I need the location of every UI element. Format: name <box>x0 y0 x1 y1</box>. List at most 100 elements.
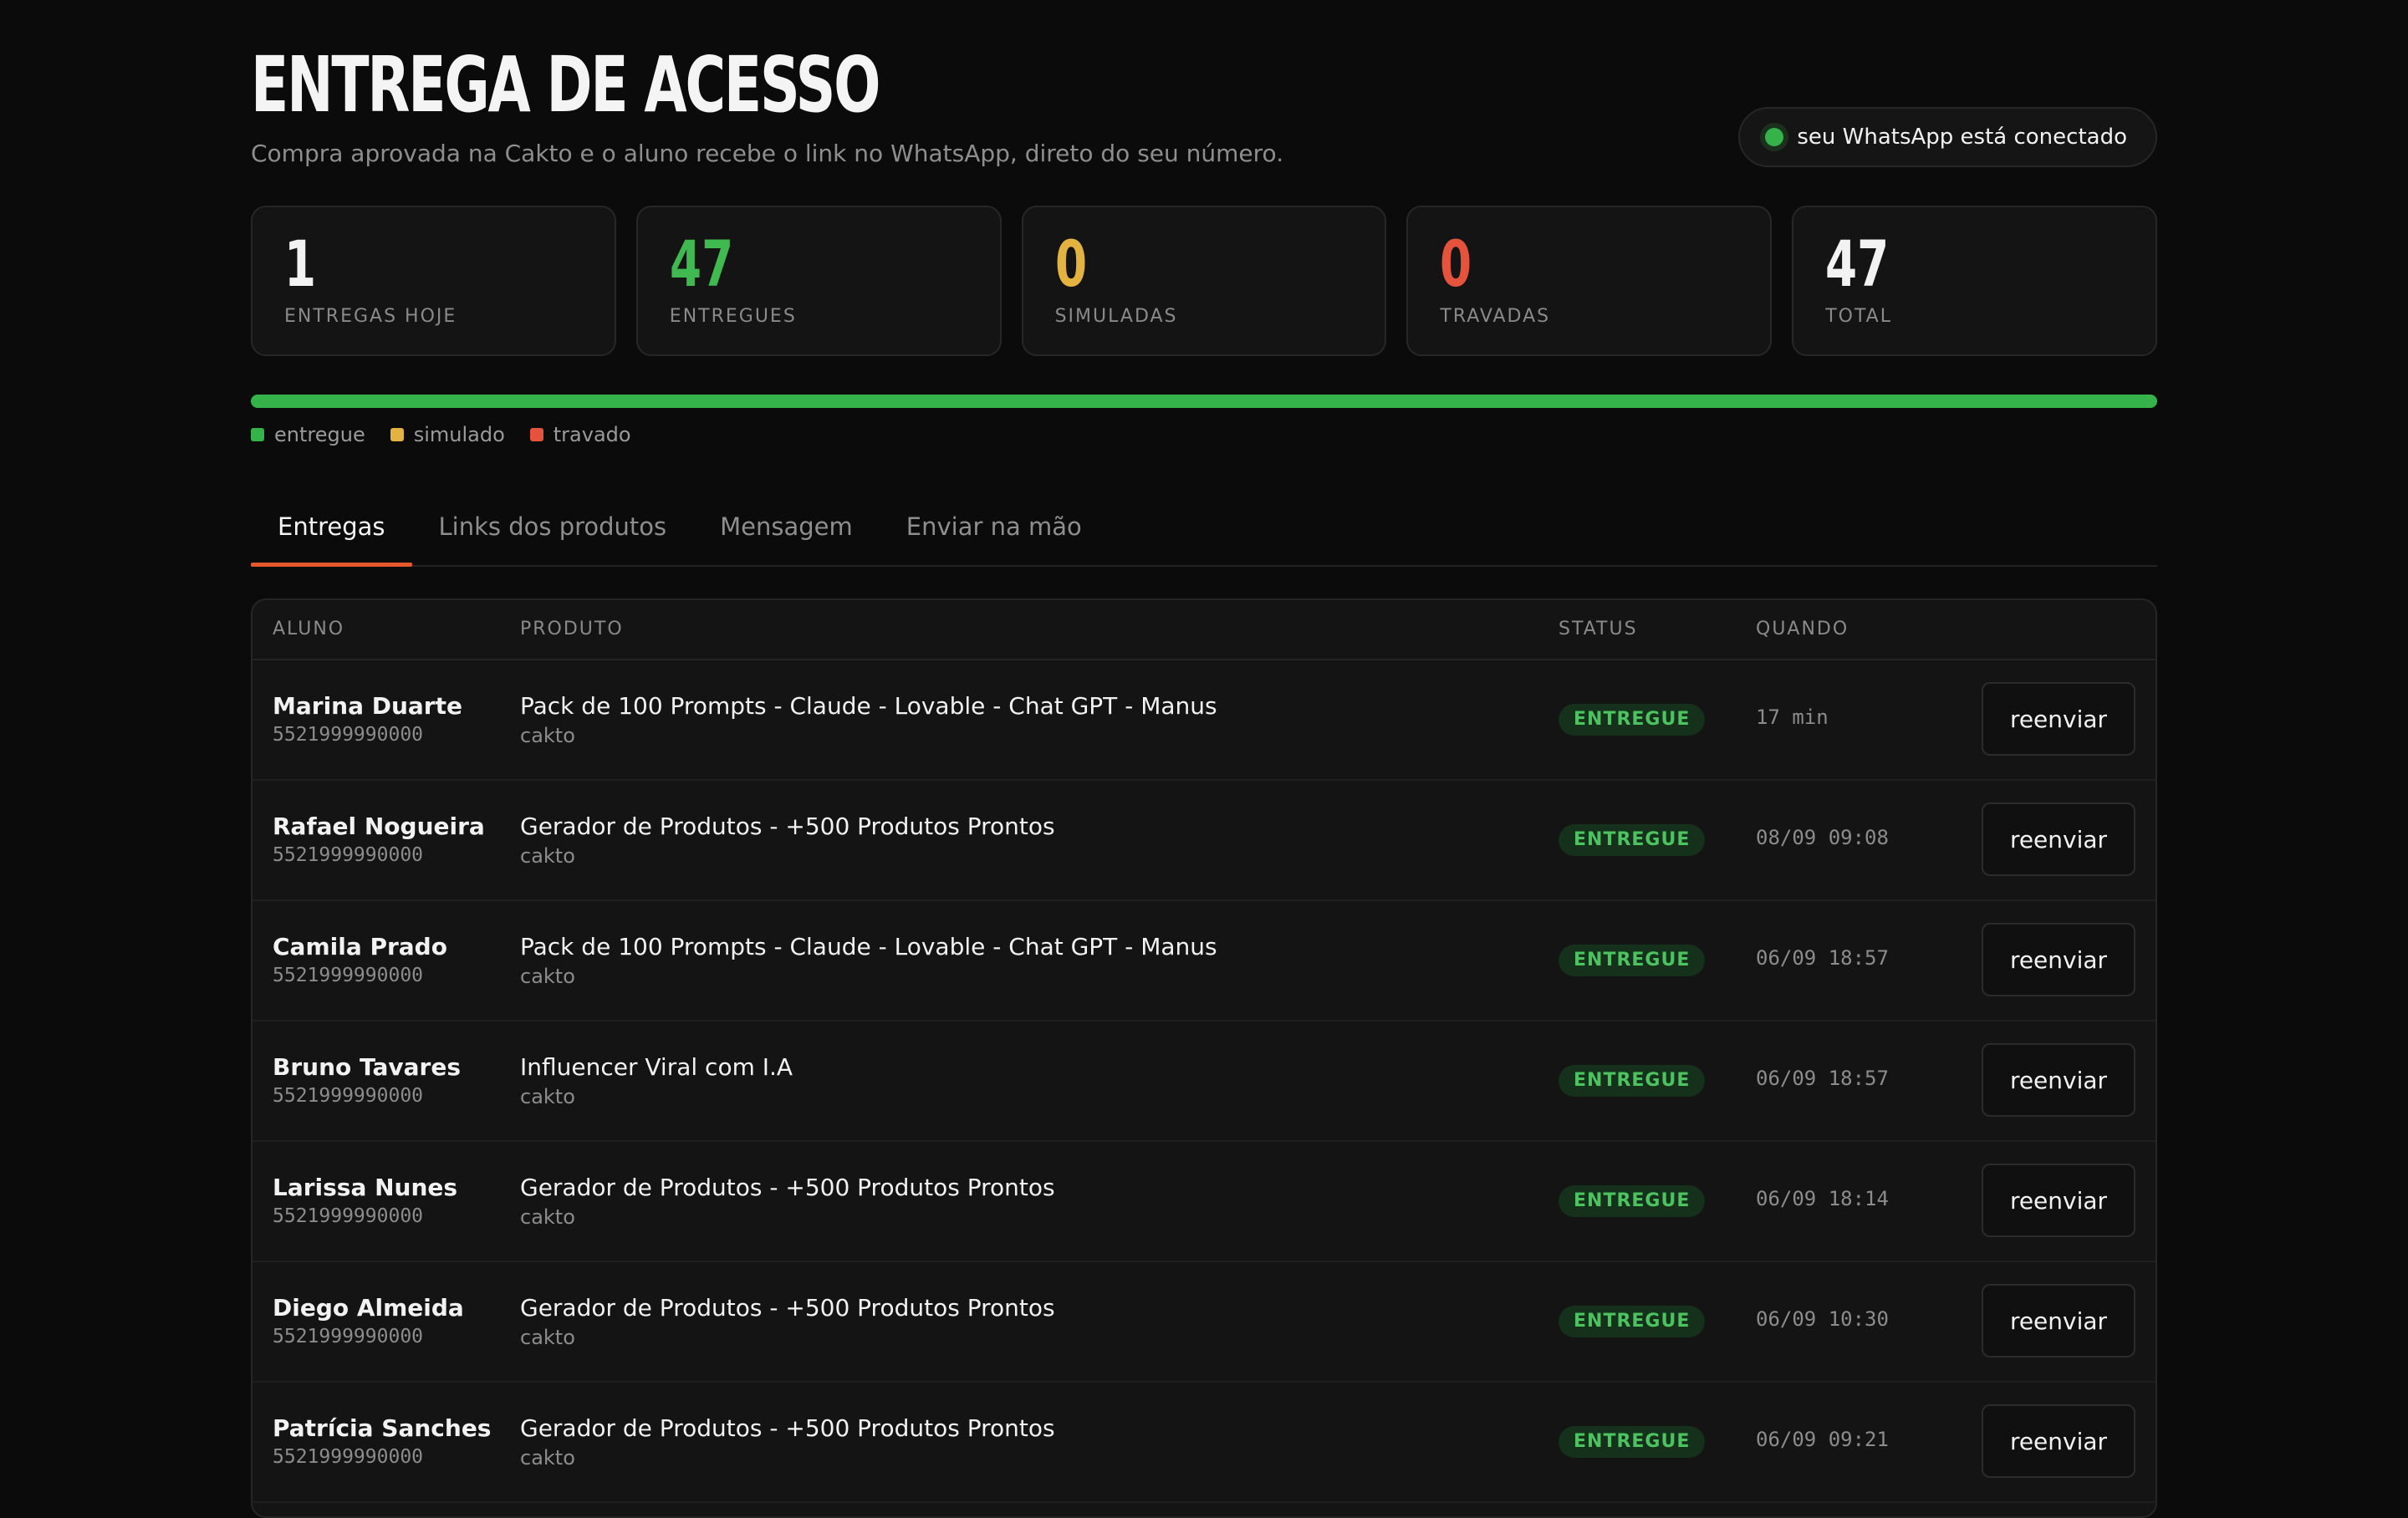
column-header-quando: QUANDO <box>1756 619 1849 639</box>
table-row: Diego Almeida 5521999990000 Gerador de P… <box>253 1262 2155 1383</box>
status-dot-icon <box>1765 128 1784 146</box>
table-row: Marina Duarte 5521999990000 Pack de 100 … <box>253 660 2155 781</box>
legend-swatch-travado <box>529 428 543 441</box>
legend-label: entregue <box>274 423 365 446</box>
student-phone: 5521999990000 <box>273 1326 424 1347</box>
whatsapp-status-pill: seu WhatsApp está conectado <box>1738 107 2157 167</box>
stat-label: TRAVADAS <box>1440 306 1551 327</box>
stat-label: ENTREGUES <box>669 306 797 327</box>
resend-button[interactable]: reenviar <box>1982 923 2135 996</box>
table-row: Rafael Nogueira 5521999990000 Gerador de… <box>253 781 2155 901</box>
stat-label: SIMULADAS <box>1054 306 1178 327</box>
product-name: Pack de 100 Prompts - Claude - Lovable -… <box>520 933 1217 960</box>
product-name: Gerador de Produtos - +500 Produtos Pron… <box>520 812 1055 840</box>
student-name: Larissa Nunes <box>273 1174 458 1201</box>
status-badge: ENTREGUE <box>1559 1185 1706 1217</box>
stats-row: 1 ENTREGAS HOJE 47 ENTREGUES 0 SIMULADAS… <box>251 206 2157 356</box>
stat-value: 47 <box>669 227 733 301</box>
resend-button[interactable]: reenviar <box>1982 682 2135 756</box>
student-name: Diego Almeida <box>273 1294 464 1322</box>
tab-entregas[interactable]: Entregas <box>251 502 412 567</box>
product-source: cakto <box>520 965 575 988</box>
resend-button[interactable]: reenviar <box>1982 802 2135 876</box>
status-badge: ENTREGUE <box>1559 824 1706 856</box>
product-name: Gerador de Produtos - +500 Produtos Pron… <box>520 1174 1055 1201</box>
page-subtitle: Compra aprovada na Cakto e o aluno receb… <box>251 140 1284 167</box>
product-name: Pack de 100 Prompts - Claude - Lovable -… <box>520 692 1217 720</box>
delivery-time: 08/09 09:08 <box>1756 826 1889 849</box>
delivery-time: 06/09 18:57 <box>1756 946 1889 970</box>
legend-item-travado: travado <box>529 423 631 446</box>
tab-links-dos-produtos[interactable]: Links dos produtos <box>412 502 694 565</box>
stat-value: 1 <box>284 227 317 301</box>
stat-card-simuladas: 0 SIMULADAS <box>1021 206 1387 356</box>
tab-enviar-na-mao[interactable]: Enviar na mão <box>880 502 1109 565</box>
legend-swatch-entregue <box>251 428 264 441</box>
product-name: Gerador de Produtos - +500 Produtos Pron… <box>520 1414 1055 1442</box>
progress-legend: entregue simulado travado <box>251 423 631 446</box>
product-source: cakto <box>520 844 575 868</box>
delivery-time: 06/09 18:57 <box>1756 1067 1889 1090</box>
student-name: Patrícia Sanches <box>273 1414 492 1442</box>
product-name: Influencer Viral com I.A <box>520 1053 793 1081</box>
legend-item-simulado: simulado <box>390 423 505 446</box>
student-name: Marina Duarte <box>273 692 462 720</box>
product-source: cakto <box>520 1326 575 1349</box>
table-row: Larissa Nunes 5521999990000 Gerador de P… <box>253 1142 2155 1262</box>
table-row: Patrícia Sanches 5521999990000 Gerador d… <box>253 1383 2155 1503</box>
column-header-status: STATUS <box>1559 619 1638 639</box>
stat-card-total: 47 TOTAL <box>1792 206 2157 356</box>
legend-label: travado <box>553 423 631 446</box>
product-source: cakto <box>520 1446 575 1470</box>
resend-button[interactable]: reenviar <box>1982 1164 2135 1237</box>
student-phone: 5521999990000 <box>273 1205 424 1227</box>
stat-label: ENTREGAS HOJE <box>284 306 457 327</box>
tab-bar: Entregas Links dos produtos Mensagem Env… <box>251 502 2157 567</box>
legend-swatch-simulado <box>390 428 404 441</box>
resend-button[interactable]: reenviar <box>1982 1284 2135 1358</box>
delivery-time: 06/09 09:21 <box>1756 1428 1889 1451</box>
stat-label: TOTAL <box>1825 306 1892 327</box>
student-phone: 5521999990000 <box>273 724 424 746</box>
column-header-aluno: ALUNO <box>273 619 345 639</box>
product-name: Gerador de Produtos - +500 Produtos Pron… <box>520 1294 1055 1322</box>
student-phone: 5521999990000 <box>273 844 424 866</box>
status-badge: ENTREGUE <box>1559 704 1706 736</box>
student-phone: 5521999990000 <box>273 965 424 986</box>
table-row: Camila Prado 5521999990000 Pack de 100 P… <box>253 901 2155 1021</box>
student-name: Rafael Nogueira <box>273 812 485 840</box>
delivery-time: 17 min <box>1756 706 1829 729</box>
resend-button[interactable]: reenviar <box>1982 1043 2135 1117</box>
student-name: Bruno Tavares <box>273 1053 461 1081</box>
status-badge: ENTREGUE <box>1559 1426 1706 1458</box>
tab-mensagem[interactable]: Mensagem <box>693 502 880 565</box>
stat-card-entregues: 47 ENTREGUES <box>635 206 1002 356</box>
whatsapp-status-text: seu WhatsApp está conectado <box>1797 125 2127 150</box>
product-source: cakto <box>520 1085 575 1108</box>
status-badge: ENTREGUE <box>1559 1065 1706 1097</box>
status-badge: ENTREGUE <box>1559 1306 1706 1337</box>
status-badge: ENTREGUE <box>1559 945 1706 976</box>
column-header-produto: PRODUTO <box>520 619 624 639</box>
legend-item-entregue: entregue <box>251 423 365 446</box>
delivery-progress-bar <box>251 395 2157 408</box>
resend-button[interactable]: reenviar <box>1982 1404 2135 1478</box>
legend-label: simulado <box>413 423 505 446</box>
stat-card-entregas-hoje: 1 ENTREGAS HOJE <box>251 206 616 356</box>
delivery-time: 06/09 18:14 <box>1756 1187 1889 1210</box>
table-row: Bruno Tavares 5521999990000 Influencer V… <box>253 1021 2155 1142</box>
student-phone: 5521999990000 <box>273 1446 424 1468</box>
page-title: ENTREGA DE ACESSO <box>251 40 880 130</box>
stat-value: 47 <box>1825 227 1890 301</box>
student-phone: 5521999990000 <box>273 1085 424 1107</box>
student-name: Camila Prado <box>273 933 447 960</box>
product-source: cakto <box>520 724 575 747</box>
stat-card-travadas: 0 TRAVADAS <box>1406 206 1773 356</box>
page: ENTREGA DE ACESSO Compra aprovada na Cak… <box>251 0 2157 1518</box>
product-source: cakto <box>520 1205 575 1229</box>
table-header: ALUNO PRODUTO STATUS QUANDO <box>253 600 2155 660</box>
delivery-time: 06/09 10:30 <box>1756 1307 1889 1331</box>
stat-value: 0 <box>1440 227 1472 301</box>
progress-segment-entregue <box>251 395 2157 408</box>
stat-value: 0 <box>1054 227 1087 301</box>
